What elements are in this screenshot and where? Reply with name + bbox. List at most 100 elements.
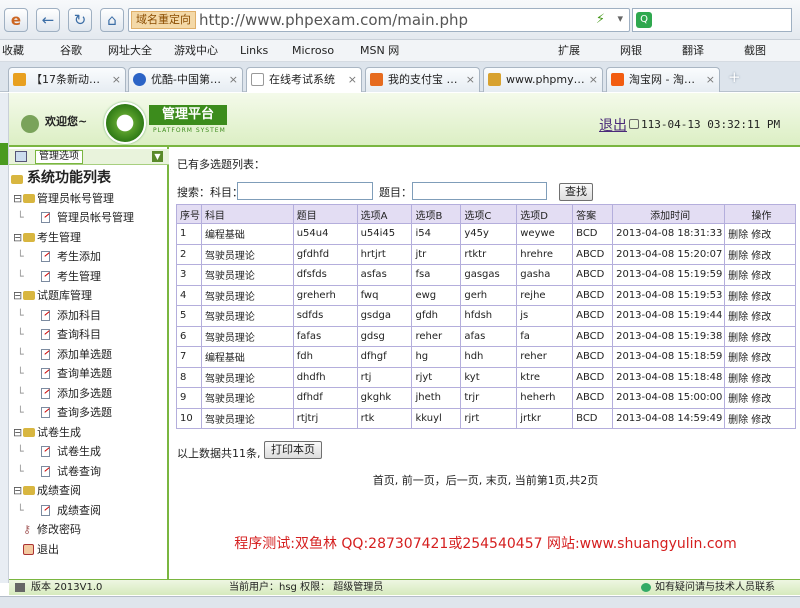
delete-link[interactable]: 删除 xyxy=(728,230,748,241)
delete-link[interactable]: 删除 xyxy=(728,415,748,426)
app-footer: 版本 2013V1.0 当前用户：hsg 权限： 超级管理员 如有疑问请与技术人… xyxy=(9,579,800,595)
url-text[interactable]: http://www.phpexam.com/main.php xyxy=(199,10,468,30)
dropdown-icon[interactable]: ▾ xyxy=(617,12,623,25)
tree-item[interactable]: └ 试卷查询 xyxy=(11,462,167,482)
delete-link[interactable]: 删除 xyxy=(728,333,748,344)
search-box[interactable]: Q xyxy=(632,8,792,32)
table-cell: 9 xyxy=(176,387,202,409)
browser-tab[interactable]: www.phpmy… × xyxy=(483,67,603,92)
tab-strip: 【17条新动… × 优酷-中国第… × 在线考试系统 × 我的支付宝 … × www.p… xyxy=(0,62,800,92)
delete-link[interactable]: 删除 xyxy=(728,374,748,385)
edit-link[interactable]: 修改 xyxy=(751,271,771,282)
tree-item[interactable]: └ 管理员帐号管理 xyxy=(11,208,167,228)
title-input[interactable] xyxy=(412,182,547,200)
expand-icon[interactable]: ⊟ xyxy=(13,286,22,305)
tree-group[interactable]: ⊟ 管理员帐号管理 xyxy=(11,189,167,209)
tree-item[interactable]: 退出 xyxy=(11,540,167,560)
edit-link[interactable]: 修改 xyxy=(751,415,771,426)
delete-link[interactable]: 删除 xyxy=(728,271,748,282)
browser-logo-icon[interactable]: e xyxy=(4,8,28,32)
edit-link[interactable]: 修改 xyxy=(751,251,771,262)
search-label: 搜索：科目： xyxy=(177,186,243,199)
browser-tab[interactable]: 【17条新动… × xyxy=(8,67,126,92)
bookmark-item[interactable]: 网银 xyxy=(620,41,642,61)
tree-item[interactable]: └ 试卷生成 xyxy=(11,442,167,462)
actions-cell: 删除 修改 xyxy=(724,325,796,347)
expand-icon[interactable]: ⊟ xyxy=(13,481,22,500)
bookmark-item[interactable]: 翻译 xyxy=(682,41,704,61)
expand-icon[interactable]: ⊟ xyxy=(13,189,22,208)
pagination[interactable]: 首页, 前一页，后一页, 末页, 当前第1页,共2页 xyxy=(171,472,800,488)
address-bar[interactable]: 域名重定向 http://www.phpexam.com/main.php ⚡ … xyxy=(128,8,630,32)
delete-link[interactable]: 删除 xyxy=(728,394,748,405)
bookmark-item[interactable]: 扩展 xyxy=(558,41,580,61)
table-cell: 2013-04-08 18:31:33 xyxy=(612,223,726,245)
folder-icon xyxy=(23,427,35,437)
delete-link[interactable]: 删除 xyxy=(728,251,748,262)
edit-link[interactable]: 修改 xyxy=(751,230,771,241)
tree-item[interactable]: └ 添加多选题 xyxy=(11,384,167,404)
expand-icon[interactable]: ⊟ xyxy=(13,228,22,247)
bookmark-item[interactable]: 网址大全 xyxy=(108,41,152,61)
close-icon[interactable]: × xyxy=(466,68,475,91)
expand-icon[interactable]: ⊟ xyxy=(13,423,22,442)
tree-item[interactable]: └ 考生添加 xyxy=(11,247,167,267)
tree-group[interactable]: ⊟ 成绩查阅 xyxy=(11,481,167,501)
column-header: 选项A xyxy=(356,204,413,224)
table-cell: 2013-04-08 15:00:00 xyxy=(612,387,726,409)
edit-link[interactable]: 修改 xyxy=(751,333,771,344)
tree-item[interactable]: └ 查询单选题 xyxy=(11,364,167,384)
edit-link[interactable]: 修改 xyxy=(751,374,771,385)
bookmark-item[interactable]: Microso xyxy=(292,41,334,61)
clock-icon xyxy=(629,119,639,129)
sidebar-options-button[interactable]: 管理选项 xyxy=(35,150,83,164)
tree-item[interactable]: ⚷ 修改密码 xyxy=(11,520,167,540)
tree-item[interactable]: └ 查询科目 xyxy=(11,325,167,345)
tree-group[interactable]: ⊟ 试题库管理 xyxy=(11,286,167,306)
close-icon[interactable]: × xyxy=(229,68,238,91)
browser-tab[interactable]: 我的支付宝 … × xyxy=(365,67,480,92)
subject-input[interactable] xyxy=(237,182,373,200)
bookmark-item[interactable]: MSN 网 xyxy=(360,41,399,61)
bookmark-item[interactable]: 截图 xyxy=(744,41,766,61)
tree-group[interactable]: ⊟ 试卷生成 xyxy=(11,423,167,443)
bookmark-item[interactable]: Links xyxy=(240,41,268,61)
browser-tab[interactable]: 淘宝网 - 淘… × xyxy=(606,67,720,92)
print-button[interactable]: 打印本页 xyxy=(264,441,322,459)
edit-link[interactable]: 修改 xyxy=(751,312,771,323)
tree-item[interactable]: └ 考生管理 xyxy=(11,267,167,287)
delete-link[interactable]: 删除 xyxy=(728,353,748,364)
browser-tab[interactable]: 优酷-中国第… × xyxy=(128,67,243,92)
table-cell: hg xyxy=(411,346,462,368)
collapse-icon[interactable]: ▼ xyxy=(152,151,163,162)
tree-group[interactable]: ⊟ 考生管理 xyxy=(11,228,167,248)
search-button[interactable]: 查找 xyxy=(559,183,593,201)
edit-link[interactable]: 修改 xyxy=(751,353,771,364)
side-panel-icon[interactable] xyxy=(0,143,8,165)
close-icon[interactable]: × xyxy=(348,68,357,91)
tree-item[interactable]: └ 添加单选题 xyxy=(11,345,167,365)
bookmark-item[interactable]: 游戏中心 xyxy=(174,41,218,61)
edit-link[interactable]: 修改 xyxy=(751,394,771,405)
back-icon[interactable]: ← xyxy=(36,8,60,32)
refresh-icon[interactable]: ↻ xyxy=(68,8,92,32)
browser-tab-active[interactable]: 在线考试系统 × xyxy=(246,67,362,92)
close-icon[interactable]: × xyxy=(706,68,715,91)
edit-link[interactable]: 修改 xyxy=(751,292,771,303)
redirect-badge[interactable]: 域名重定向 xyxy=(131,11,196,29)
lightning-icon[interactable]: ⚡ xyxy=(596,12,605,27)
close-icon[interactable]: × xyxy=(112,68,121,91)
close-icon[interactable]: × xyxy=(589,68,598,91)
search-engine-icon[interactable]: Q xyxy=(636,12,652,28)
table-cell: BCD xyxy=(572,407,614,429)
new-tab-icon[interactable]: + xyxy=(728,68,741,86)
tree-item[interactable]: └ 成绩查阅 xyxy=(11,501,167,521)
bookmark-item[interactable]: 收藏 xyxy=(2,41,24,61)
bookmark-item[interactable]: 谷歌 xyxy=(60,41,82,61)
delete-link[interactable]: 删除 xyxy=(728,312,748,323)
tree-item[interactable]: └ 查询多选题 xyxy=(11,403,167,423)
home-icon[interactable]: ⌂ xyxy=(100,8,124,32)
tree-item[interactable]: └ 添加科目 xyxy=(11,306,167,326)
delete-link[interactable]: 删除 xyxy=(728,292,748,303)
logout-link[interactable]: 退出 xyxy=(599,115,627,135)
